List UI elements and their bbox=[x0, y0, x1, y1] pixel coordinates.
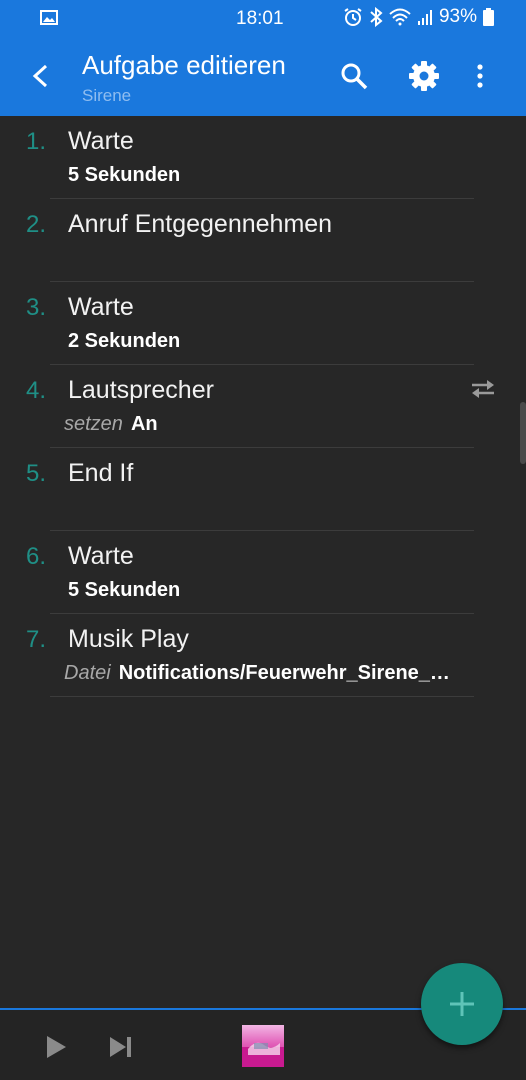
action-detail: 5 Sekunden bbox=[68, 579, 180, 602]
signal-icon bbox=[417, 10, 432, 25]
action-row-4[interactable]: 4. Lautsprecher setzen An bbox=[0, 365, 526, 448]
action-number: 3. bbox=[26, 294, 47, 321]
alarm-icon bbox=[344, 8, 362, 26]
action-number: 2. bbox=[26, 211, 47, 238]
action-detail-value: An bbox=[130, 413, 158, 435]
action-detail-value: Notifications/Feuerwehr_Sirene_… bbox=[118, 662, 450, 684]
action-detail: setzen An bbox=[64, 413, 158, 436]
action-name: Warte bbox=[68, 293, 134, 321]
skip-next-icon[interactable] bbox=[108, 1034, 134, 1060]
action-detail: Datei Notifications/Feuerwehr_Sirene_… bbox=[64, 662, 450, 685]
action-detail: 5 Sekunden bbox=[68, 164, 180, 187]
action-list: 1. Warte 5 Sekunden 2. Anruf Entgegenneh… bbox=[0, 116, 526, 697]
action-name: End If bbox=[68, 459, 134, 487]
status-time: 18:01 bbox=[236, 8, 284, 29]
page-subtitle: Sirene bbox=[82, 86, 132, 105]
settings-icon[interactable] bbox=[408, 60, 440, 92]
battery-icon bbox=[483, 8, 494, 26]
action-detail-value: 5 Sekunden bbox=[68, 164, 181, 186]
action-number: 6. bbox=[26, 543, 47, 570]
action-detail-key: Datei bbox=[64, 662, 111, 684]
action-detail: 2 Sekunden bbox=[68, 330, 180, 353]
action-row-6[interactable]: 6. Warte 5 Sekunden bbox=[0, 531, 526, 614]
status-icons: 93% bbox=[343, 6, 494, 28]
action-row-3[interactable]: 3. Warte 2 Sekunden bbox=[0, 282, 526, 365]
search-icon[interactable] bbox=[338, 60, 370, 92]
action-number: 1. bbox=[26, 128, 47, 155]
bluetooth-icon bbox=[370, 7, 383, 27]
divider bbox=[50, 696, 474, 697]
scrollbar[interactable] bbox=[520, 402, 526, 464]
action-name: Anruf Entgegennehmen bbox=[68, 210, 333, 238]
action-number: 4. bbox=[26, 377, 47, 404]
status-bar: 18:01 93% bbox=[0, 0, 526, 36]
plus-icon bbox=[450, 992, 474, 1016]
action-row-2[interactable]: 2. Anruf Entgegennehmen bbox=[0, 199, 526, 282]
action-row-1[interactable]: 1. Warte 5 Sekunden bbox=[0, 116, 526, 199]
more-vert-icon[interactable] bbox=[464, 60, 496, 92]
action-name: Warte bbox=[68, 542, 134, 570]
media-thumbnail[interactable] bbox=[242, 1025, 284, 1067]
page-title: Aufgabe editieren bbox=[82, 50, 286, 80]
action-name: Lautsprecher bbox=[68, 376, 214, 404]
action-detail-key: setzen bbox=[64, 413, 123, 435]
swap-icon[interactable] bbox=[470, 379, 496, 399]
wifi-icon bbox=[389, 8, 411, 26]
action-number: 7. bbox=[26, 626, 47, 653]
action-row-7[interactable]: 7. Musik Play Datei Notifications/Feuerwe… bbox=[0, 614, 526, 697]
action-name: Musik Play bbox=[68, 625, 189, 653]
play-icon[interactable] bbox=[44, 1034, 68, 1060]
action-number: 5. bbox=[26, 460, 47, 487]
app-bar: Aufgabe editieren Sirene bbox=[0, 36, 526, 116]
action-detail-value: 2 Sekunden bbox=[68, 330, 181, 352]
action-name: Warte bbox=[68, 127, 134, 155]
add-action-button[interactable] bbox=[421, 963, 503, 1045]
action-detail-value: 5 Sekunden bbox=[68, 579, 181, 601]
action-row-5[interactable]: 5. End If bbox=[0, 448, 526, 531]
battery-percent: 93% bbox=[438, 6, 477, 27]
image-icon bbox=[40, 10, 58, 25]
back-arrow-icon[interactable] bbox=[26, 60, 56, 92]
